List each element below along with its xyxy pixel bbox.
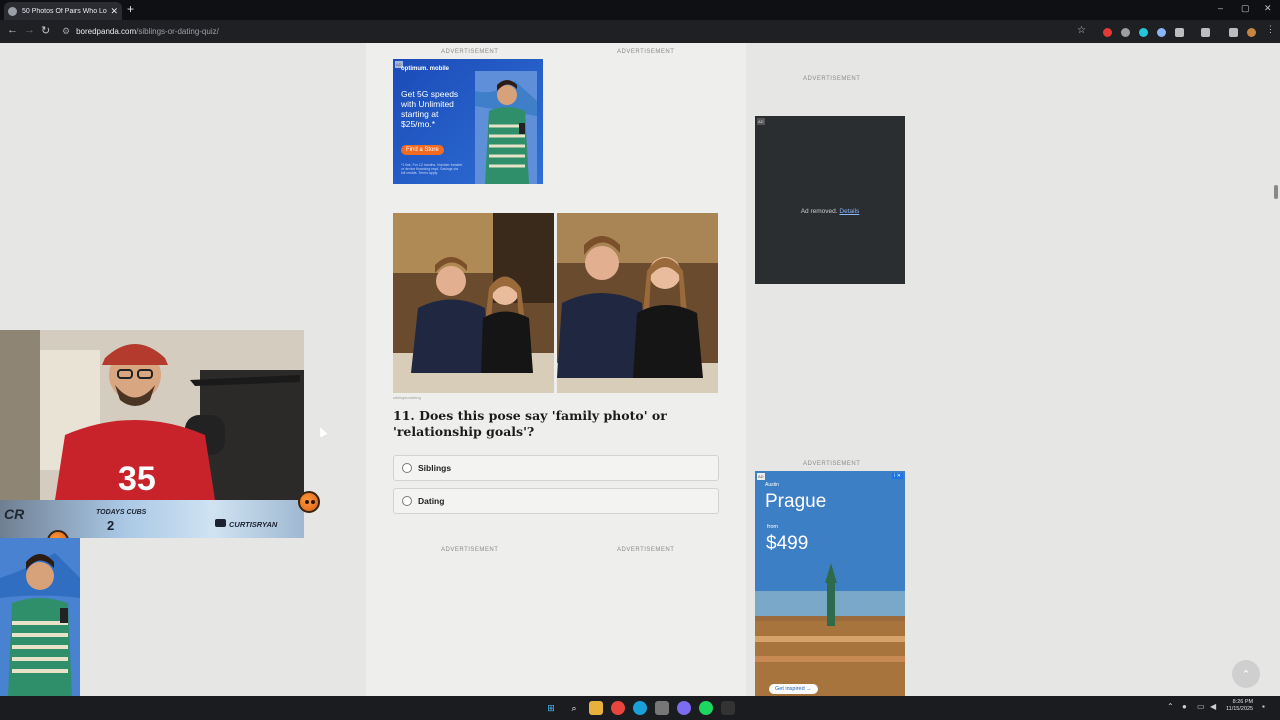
cast-icon[interactable] (1229, 28, 1238, 37)
todays-cubs-count: 2 (107, 518, 115, 533)
store-icon[interactable] (655, 701, 669, 715)
scrollbar-thumb[interactable] (1274, 185, 1278, 199)
ad-removed-message: Ad removed. Details (755, 208, 905, 215)
question-number: 11. (393, 408, 415, 423)
radio-button[interactable] (402, 496, 412, 506)
tab-title: 50 Photos Of Pairs Who Look A (22, 7, 107, 15)
ad-brand: optimum. mobile (401, 66, 449, 72)
reload-icon[interactable]: ↻ (41, 24, 50, 37)
ad-label: ADVERTISEMENT (441, 547, 499, 553)
site-favicon-icon (8, 6, 17, 16)
get-inspired-button[interactable]: Get inspired → (769, 684, 818, 694)
ad-label: ADVERTISEMENT (441, 49, 499, 55)
app-icon[interactable] (721, 701, 735, 715)
extension-icon[interactable] (1121, 28, 1130, 37)
ad-fine-print: *1 line. For 12 months. Number transfer … (401, 163, 463, 175)
ad-price: $499 (766, 533, 809, 554)
youtube-icon (215, 519, 226, 527)
ad-label: ADVERTISEMENT (617, 49, 675, 55)
ad-label: ADVERTISEMENT (803, 76, 861, 82)
prague-travel-ad[interactable]: AD i ✕ Austin Prague from $499 Get inspi… (755, 471, 905, 696)
search-icon[interactable]: ⌕ (567, 701, 581, 715)
ad-label: ADVERTISEMENT (617, 547, 675, 553)
clock-date: 11/15/2025 (1226, 706, 1254, 712)
notification-icon[interactable]: ▪ (1262, 702, 1265, 711)
ad-badge: AD (757, 118, 765, 125)
taskbar-clock[interactable]: 8:26 PM 11/15/2025 (1226, 699, 1253, 713)
find-store-button[interactable]: Find a Store (401, 145, 444, 155)
close-window-button[interactable]: ✕ (1264, 3, 1272, 14)
ad-model-preview-image (0, 538, 80, 696)
ad-destination: Prague (765, 491, 827, 512)
quiz-photo-right (557, 213, 718, 393)
clock-time: 8:26 PM (1232, 699, 1254, 705)
ad-from-label: from (767, 524, 778, 530)
extension-icon[interactable] (1139, 28, 1148, 37)
windows-start-icon[interactable]: ⊞ (544, 701, 558, 715)
removed-ad-slot: AD Ad removed. Details (755, 116, 905, 284)
chrome-icon[interactable] (611, 701, 625, 715)
tab-close-icon[interactable]: ✕ (110, 6, 118, 17)
ad-choices-icon[interactable]: i ✕ (892, 473, 903, 479)
svg-text:35: 35 (118, 460, 156, 498)
extension-icon[interactable] (1103, 28, 1112, 37)
screen: { "browser": { "tab_title": "50 Photos O… (0, 0, 1280, 720)
ad-removed-text: Ad removed. (800, 208, 838, 215)
quiz-images (393, 213, 718, 393)
ad-badge: AD (757, 473, 765, 480)
ad-model-image (475, 71, 537, 184)
discord-icon[interactable] (677, 701, 691, 715)
browser-tab-bar: 50 Photos Of Pairs Who Look A ✕ + – ▢ ✕ (0, 0, 1280, 20)
extension-icon[interactable] (1157, 28, 1166, 37)
answer-label: Siblings (418, 463, 452, 473)
question-text: Does this pose say 'family photo' or 're… (393, 408, 667, 439)
quiz-photo-left (393, 213, 554, 393)
bookmark-star-icon[interactable]: ☆ (1077, 25, 1086, 36)
new-tab-button[interactable]: + (127, 2, 134, 16)
spotify-icon[interactable] (699, 701, 713, 715)
url-path: /siblings-or-dating-quiz/ (136, 27, 219, 36)
maximize-button[interactable]: ▢ (1241, 3, 1250, 14)
back-icon[interactable]: ← (7, 24, 18, 36)
ad-origin-city: Austin (765, 482, 779, 488)
ad-headline: Get 5G speeds with Unlimited starting at… (401, 89, 459, 129)
address-bar[interactable]: ⚙ boredpanda.com /siblings-or-dating-qui… (56, 22, 1096, 41)
volume-icon[interactable]: ◀ (1210, 702, 1216, 711)
reading-list-icon[interactable] (1201, 28, 1210, 37)
minimize-button[interactable]: – (1218, 3, 1223, 13)
ad-label: ADVERTISEMENT (803, 461, 861, 467)
browser-tab[interactable]: 50 Photos Of Pairs Who Look A ✕ (4, 2, 122, 20)
scroll-to-top-button[interactable]: ⌃ (1232, 660, 1260, 688)
url-domain: boredpanda.com (76, 27, 137, 36)
mascot-icon (298, 491, 320, 513)
ad-details-link[interactable]: Details (839, 208, 859, 215)
quiz-question: 11. Does this pose say 'family photo' or… (393, 408, 719, 440)
browser-toolbar: ← → ↻ ⚙ boredpanda.com /siblings-or-dati… (0, 20, 1280, 43)
more-menu-icon[interactable]: ⋮ (1266, 24, 1275, 35)
edge-icon[interactable] (633, 701, 647, 715)
tray-overflow-icon[interactable]: ⌃ (1167, 702, 1174, 711)
radio-button[interactable] (402, 463, 412, 473)
chevron-up-icon: ⌃ (1241, 668, 1251, 681)
page-scrollbar[interactable] (1272, 43, 1280, 696)
network-icon[interactable]: ▭ (1197, 702, 1205, 711)
streamer-handle: CURTISRYAN (229, 520, 278, 529)
site-info-icon[interactable]: ⚙ (62, 26, 70, 37)
todays-cubs-label: TODAYS CUBS (96, 509, 147, 516)
channel-logo: CR (4, 506, 25, 522)
file-explorer-icon[interactable] (589, 701, 603, 715)
forward-icon[interactable]: → (24, 24, 35, 36)
answer-option-dating[interactable]: Dating (393, 488, 719, 514)
microphone-icon[interactable]: ● (1182, 702, 1187, 711)
answer-option-siblings[interactable]: Siblings (393, 455, 719, 481)
extensions-puzzle-icon[interactable] (1175, 28, 1184, 37)
profile-avatar[interactable] (1247, 28, 1256, 37)
windows-taskbar: ⊞ ⌕ ⌃ ● ▭ ◀ 8:26 PM 11/15/2025 ▪ (0, 696, 1280, 720)
optimum-mobile-ad[interactable]: AD optimum. mobile Get 5G speeds with Un… (393, 59, 543, 184)
answer-label: Dating (418, 496, 445, 506)
photo-credit: siblingsordating (393, 395, 421, 400)
stream-overlay-bar: CR TODAYS CUBS 2 CURTISRYAN (0, 500, 304, 538)
webcam-feed: 35 (0, 330, 304, 500)
